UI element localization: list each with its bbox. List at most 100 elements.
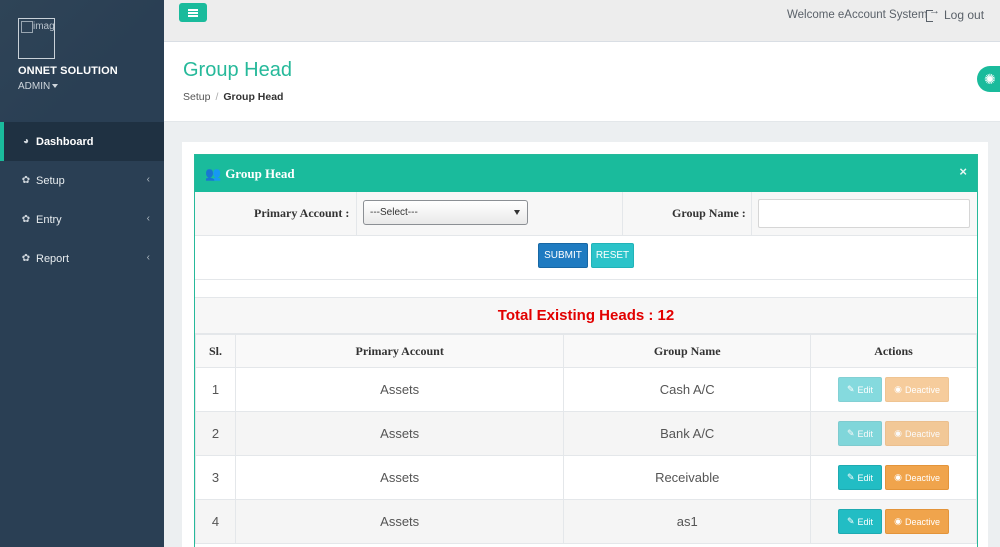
deactive-button[interactable]: ◉ Deactive [885,377,950,402]
sidebar-item-label: Entry [36,213,62,226]
content-card: 👥 Group Head × Primary Account : ---Sele… [182,142,988,547]
divider [622,192,623,236]
welcome-text: Welcome eAccount System [787,9,928,21]
sidebar-item-setup[interactable]: ✿ Setup ‹ [0,161,164,200]
profile-section: imag ONNET SOLUTION ADMIN [0,0,164,120]
edit-button[interactable]: ✎ Edit [838,421,883,446]
spacer-row [195,280,977,298]
sidebar-item-label: Dashboard [36,135,94,148]
edit-icon: ✎ [847,516,855,526]
cell-group-name: as1 [563,499,812,544]
cell-actions: ✎ Edit ◉ Deactive [810,499,977,544]
cell-group-name: Cash A/C [563,367,812,412]
users-icon: 👥 [205,165,222,181]
cell-actions: ✎ Edit ◉ Deactive [810,367,977,412]
panel-header: 👥 Group Head × [195,155,977,192]
breadcrumb-setup[interactable]: Setup [183,91,210,103]
column-header: Sl. [195,334,236,368]
dashboard-icon: ◕ [22,136,30,147]
table-row: 3 Assets Receivable ✎ Edit ◉ Deactive [195,455,977,500]
page-title: Group Head [183,59,292,81]
total-row: Total Existing Heads : 12 [195,298,977,334]
settings-toggle-button[interactable]: ✺ [977,66,1000,92]
cell-sl: 2 [195,411,236,456]
cell-primary-account: Assets [234,411,565,456]
cell-actions: ✎ Edit ◉ Deactive [810,455,977,500]
group-head-panel: 👥 Group Head × Primary Account : ---Sele… [194,154,978,547]
org-name: ONNET SOLUTION [18,65,118,77]
eye-icon: ◉ [894,384,902,394]
gear-icon: ✿ [21,253,31,264]
cell-actions: ✎ Edit ◉ Deactive [810,411,977,456]
column-header: Primary Account [234,334,565,368]
sign-out-icon [926,5,940,22]
edit-label: Edit [857,428,874,439]
role-dropdown[interactable]: ADMIN [18,81,59,92]
group-name-label: Group Name : [672,206,746,220]
divider [356,192,357,236]
cell-primary-account: Assets [234,367,565,412]
deactive-label: Deactive [904,384,940,395]
chevron-down-icon [514,210,520,215]
eye-icon: ◉ [894,472,902,482]
cell-group-name: Bank A/C [563,411,812,456]
gear-icon: ✿ [21,175,31,186]
panel-title: Group Head [225,165,295,181]
cogs-icon: ✺ [984,70,996,87]
close-icon[interactable]: × [959,164,967,179]
sidebar: imag ONNET SOLUTION ADMIN ◕ Dashboard ✿ … [0,0,164,547]
edit-label: Edit [857,472,874,483]
edit-icon: ✎ [847,428,855,438]
caret-down-icon [52,84,59,89]
top-navbar: Welcome eAccount System Log out [164,0,1000,42]
deactive-label: Deactive [904,472,940,483]
chevron-left-icon: ‹ [146,252,150,263]
logout-link[interactable]: Log out [926,5,985,22]
sidebar-item-dashboard[interactable]: ◕ Dashboard [0,122,164,161]
reset-button[interactable]: RESET [591,243,634,268]
primary-account-selected: ---Select--- [370,207,418,218]
deactive-button[interactable]: ◉ Deactive [885,509,950,534]
edit-button[interactable]: ✎ Edit [838,509,883,534]
table-row: 1 Assets Cash A/C ✎ Edit ◉ Deactive [195,367,977,412]
breadcrumb-separator: / [215,91,219,103]
table-row: 2 Assets Bank A/C ✎ Edit ◉ Deactive [195,411,977,456]
role-label: ADMIN [18,81,51,92]
sidebar-item-label: Setup [36,174,65,187]
hamburger-icon [188,8,198,17]
logout-label: Log out [944,8,985,22]
chevron-left-icon: ‹ [146,174,150,185]
edit-label: Edit [857,516,874,527]
breadcrumb: Setup / Group Head [183,91,283,103]
deactive-label: Deactive [904,516,940,527]
primary-account-select[interactable]: ---Select--- [363,200,528,225]
sidebar-item-report[interactable]: ✿ Report ‹ [0,239,164,278]
edit-icon: ✎ [847,384,855,394]
cell-primary-account: Assets [234,499,565,544]
sidebar-item-entry[interactable]: ✿ Entry ‹ [0,200,164,239]
menu-toggle-button[interactable] [179,3,207,22]
deactive-button[interactable]: ◉ Deactive [885,465,950,490]
group-head-table: Sl. Primary Account Group Name Actions 1… [195,334,977,544]
form-row: Primary Account : ---Select--- Group Nam… [195,192,977,236]
deactive-button[interactable]: ◉ Deactive [885,421,950,446]
page-header: Group Head Setup / Group Head ✺ [164,42,1000,122]
column-header: Group Name [563,334,812,368]
group-name-input[interactable] [758,199,970,228]
avatar: imag [18,18,55,59]
breadcrumb-current: Group Head [223,91,284,103]
chevron-left-icon: ‹ [146,213,150,224]
eye-icon: ◉ [894,516,902,526]
divider [751,192,752,236]
edit-button[interactable]: ✎ Edit [838,465,883,490]
edit-icon: ✎ [847,472,855,482]
avatar-alt-text: imag [33,21,55,32]
primary-account-label: Primary Account : [254,206,350,220]
total-existing-heads: Total Existing Heads : 12 [497,307,675,324]
edit-label: Edit [857,384,874,395]
edit-button[interactable]: ✎ Edit [838,377,883,402]
deactive-label: Deactive [904,428,940,439]
gear-icon: ✿ [21,214,31,225]
table-row: 4 Assets as1 ✎ Edit ◉ Deactive [195,499,977,544]
submit-button[interactable]: SUBMIT [538,243,588,268]
